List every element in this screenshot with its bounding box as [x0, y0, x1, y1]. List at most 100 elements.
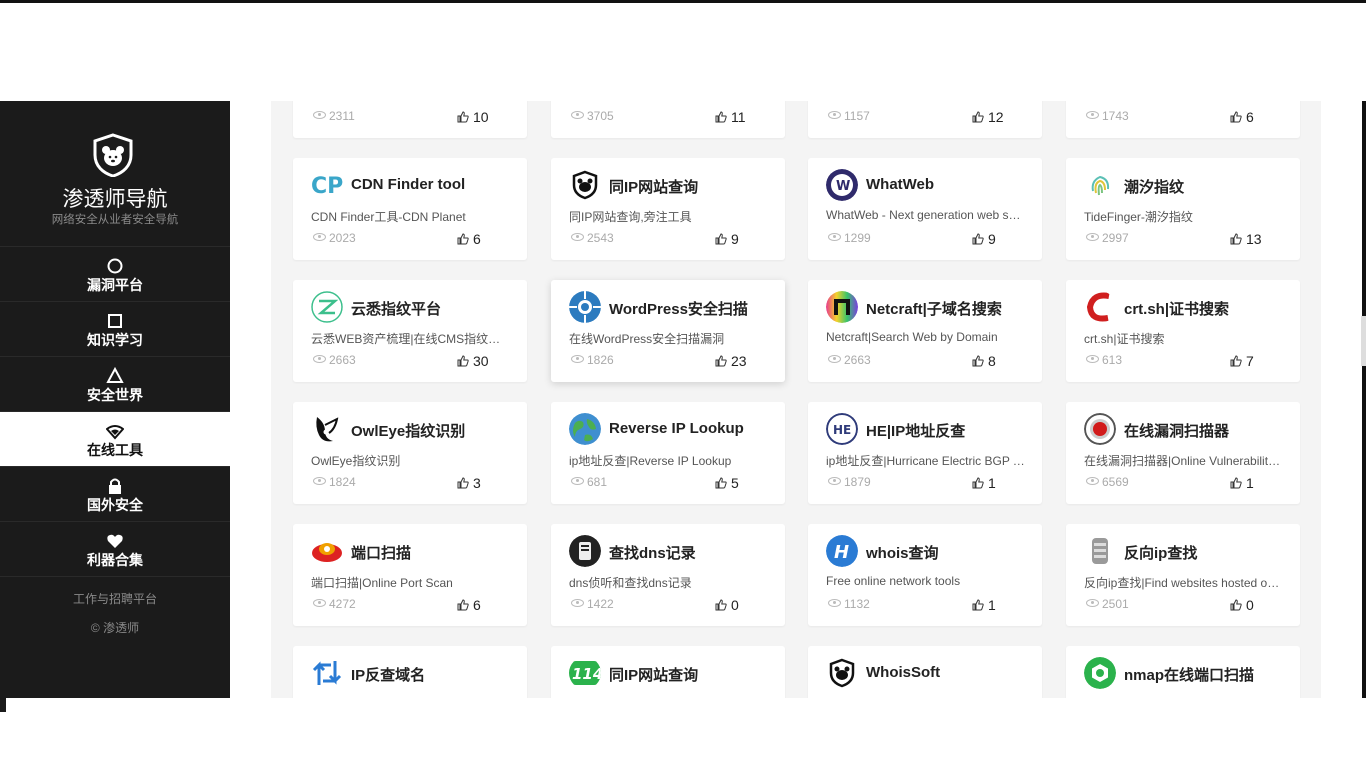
- tool-card-whois[interactable]: H whois查询 Free online network tools 1132…: [808, 524, 1042, 626]
- tool-card-same-ip-114[interactable]: 114 同IP网站查询: [551, 646, 785, 698]
- like-button[interactable]: 0: [1230, 597, 1254, 613]
- like-button[interactable]: 6: [457, 597, 481, 613]
- eye-icon: [313, 477, 326, 485]
- tool-description: 端口扫描|Online Port Scan: [311, 576, 453, 590]
- tool-card-reverse-ip[interactable]: Reverse IP Lookup ip地址反查|Reverse IP Look…: [551, 402, 785, 504]
- nav-item-online-tools[interactable]: 在线工具: [0, 412, 230, 467]
- thumbs-up-icon: [457, 477, 469, 489]
- tool-description: TideFinger-潮汐指纹: [1084, 210, 1193, 224]
- like-button[interactable]: 10: [457, 109, 489, 125]
- tool-card-port-scan[interactable]: 端口扫描 端口扫描|Online Port Scan 4272 6: [293, 524, 527, 626]
- tool-card-cdn-finder[interactable]: CP CDN Finder tool CDN Finder工具-CDN Plan…: [293, 158, 527, 260]
- like-button[interactable]: 12: [972, 109, 1004, 125]
- like-button[interactable]: 23: [715, 353, 747, 369]
- heart-icon: [107, 534, 123, 548]
- like-button[interactable]: 6: [1230, 109, 1254, 125]
- brand[interactable]: 渗透师导航 网络安全从业者安全导航: [0, 101, 230, 247]
- nav-item-foreign-security[interactable]: 国外安全: [0, 467, 230, 522]
- like-button[interactable]: 9: [972, 231, 996, 247]
- eye-icon: [313, 599, 326, 607]
- tool-title: Netcraft|子域名搜索: [866, 301, 1002, 318]
- like-button[interactable]: 7: [1230, 353, 1254, 369]
- tool-title: nmap在线端口扫描: [1124, 667, 1255, 684]
- tool-card-same-ip[interactable]: 同IP网站查询 同IP网站查询,旁注工具 2543 9: [551, 158, 785, 260]
- view-count: 613: [1086, 353, 1122, 367]
- tool-title: 潮汐指纹: [1124, 179, 1185, 196]
- tool-card-dns-lookup[interactable]: 查找dns记录 dns侦听和查找dns记录 1422 0: [551, 524, 785, 626]
- view-count: 1824: [313, 475, 356, 489]
- tool-title: 云悉指纹平台: [351, 301, 442, 318]
- nav-item-vuln-platform[interactable]: 漏洞平台: [0, 247, 230, 302]
- svg-text:HE: HE: [833, 423, 851, 437]
- eye-icon: [1086, 111, 1099, 119]
- tool-description: OwlEye指纹识别: [311, 454, 401, 468]
- thumbs-up-icon: [1230, 355, 1242, 367]
- tool-card-he-ip[interactable]: HE HE|IP地址反查 ip地址反查|Hurricane Electric B…: [808, 402, 1042, 504]
- tool-card-ip-reverse-domain[interactable]: IP反查域名: [293, 646, 527, 698]
- tool-card-whoissoft[interactable]: WhoisSoft: [808, 646, 1042, 698]
- tool-description: 云悉WEB资产梳理|在线CMS指纹识别平台: [311, 332, 511, 346]
- hexagon-icon: [1084, 657, 1116, 689]
- eye-icon: [571, 477, 584, 485]
- like-button[interactable]: 3: [457, 475, 481, 491]
- tool-card[interactable]: 2311 10: [293, 101, 527, 138]
- crtsh-logo-icon: [1084, 291, 1116, 323]
- tool-title: WordPress安全扫描: [609, 301, 748, 318]
- tool-card-nmap-online[interactable]: nmap在线端口扫描: [1066, 646, 1300, 698]
- tool-description: ip地址反查|Reverse IP Lookup: [569, 454, 732, 468]
- tool-description: crt.sh|证书搜索: [1084, 332, 1165, 346]
- like-button[interactable]: 30: [457, 353, 489, 369]
- like-button[interactable]: 6: [457, 231, 481, 247]
- tool-description: 反向ip查找|Find websites hosted on IP: [1084, 576, 1284, 590]
- view-count: 4272: [313, 597, 356, 611]
- tool-card[interactable]: 1743 6: [1066, 101, 1300, 138]
- tool-card-owleye[interactable]: OwlEye指纹识别 OwlEye指纹识别 1824 3: [293, 402, 527, 504]
- tool-card-vuln-scanner[interactable]: 在线漏洞扫描器 在线漏洞扫描器|Online Vulnerability Sca…: [1066, 402, 1300, 504]
- tool-card-yunxi[interactable]: 云悉指纹平台 云悉WEB资产梳理|在线CMS指纹识别平台 2663 30: [293, 280, 527, 382]
- thumbs-up-icon: [972, 477, 984, 489]
- like-button[interactable]: 8: [972, 353, 996, 369]
- nav-item-tool-collection[interactable]: 利器合集: [0, 522, 230, 577]
- nav-item-security-world[interactable]: 安全世界: [0, 357, 230, 412]
- like-button[interactable]: 0: [715, 597, 739, 613]
- like-button[interactable]: 1: [972, 475, 996, 491]
- nav-item-knowledge[interactable]: 知识学习: [0, 302, 230, 357]
- eye-icon: [313, 355, 326, 363]
- thumbs-up-icon: [715, 477, 727, 489]
- tool-title: crt.sh|证书搜索: [1124, 301, 1230, 318]
- tool-card-reverse-ip-lookup[interactable]: 反向ip查找 反向ip查找|Find websites hosted on IP…: [1066, 524, 1300, 626]
- like-button[interactable]: 11: [715, 109, 746, 125]
- bottom-corner: [0, 698, 6, 712]
- tool-card-crtsh[interactable]: crt.sh|证书搜索 crt.sh|证书搜索 613 7: [1066, 280, 1300, 382]
- view-count: 1132: [828, 597, 870, 611]
- tool-title: IP反查域名: [351, 667, 426, 684]
- svg-text:W: W: [836, 179, 850, 194]
- tool-card-netcraft[interactable]: Netcraft|子域名搜索 Netcraft|Search Web by Do…: [808, 280, 1042, 382]
- like-button[interactable]: 1: [972, 597, 996, 613]
- tool-card-wordpress-scan[interactable]: WordPress安全扫描 在线WordPress安全扫描漏洞 1826 23: [551, 280, 785, 382]
- tool-description: 在线漏洞扫描器|Online Vulnerability Scanner: [1084, 454, 1284, 468]
- like-button[interactable]: 5: [715, 475, 739, 491]
- thumbs-up-icon: [457, 355, 469, 367]
- tool-title: WhatWeb: [866, 176, 935, 193]
- like-button[interactable]: 1: [1230, 475, 1254, 491]
- thumbs-up-icon: [715, 233, 727, 245]
- whatweb-logo-icon: W: [826, 169, 858, 201]
- scrollbar-thumb[interactable]: [1361, 316, 1366, 366]
- tool-card-whatweb[interactable]: W WhatWeb WhatWeb - Next generation web …: [808, 158, 1042, 260]
- sidebar: 渗透师导航 网络安全从业者安全导航 漏洞平台 知识学习 安全世界 在线工具 国外…: [0, 101, 230, 698]
- dns-logo-icon: [569, 535, 601, 567]
- jobs-link[interactable]: 工作与招聘平台: [0, 590, 230, 607]
- like-button[interactable]: 13: [1230, 231, 1262, 247]
- tool-title: CDN Finder tool: [351, 176, 466, 193]
- nav-label: 在线工具: [87, 442, 143, 458]
- view-count: 1299: [828, 231, 871, 245]
- tool-card-tidefinger[interactable]: 潮汐指纹 TideFinger-潮汐指纹 2997 13: [1066, 158, 1300, 260]
- like-button[interactable]: 9: [715, 231, 739, 247]
- tool-card[interactable]: 1157 12: [808, 101, 1042, 138]
- thumbs-up-icon: [972, 111, 984, 123]
- tool-card[interactable]: 3705 11: [551, 101, 785, 138]
- fingerprint-icon: [1084, 169, 1116, 201]
- svg-text:114: 114: [572, 665, 601, 683]
- tool-description: Free online network tools: [826, 574, 961, 588]
